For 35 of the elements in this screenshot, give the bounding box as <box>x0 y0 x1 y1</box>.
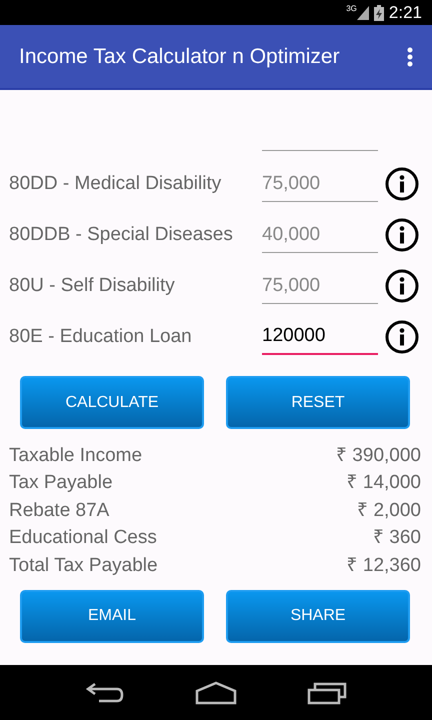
deduction-label: 80E - Education Loan <box>9 324 193 349</box>
result-label: Total Tax Payable <box>9 554 158 578</box>
action-button[interactable]: SHARE <box>226 590 410 642</box>
back-icon[interactable] <box>85 680 125 704</box>
app-title: Income Tax Calculator n Optimizer <box>19 44 341 70</box>
amount-field[interactable]: 75,000 <box>262 166 378 202</box>
info-icon[interactable] <box>385 269 419 303</box>
recent-apps-icon[interactable] <box>307 680 347 704</box>
action-button[interactable]: RESET <box>226 376 410 429</box>
deduction-label: 80DD - Medical Disability <box>9 172 222 196</box>
network-label: 3G <box>346 5 357 13</box>
result-value: ₹ 360 <box>373 526 421 550</box>
result-label: Taxable Income <box>9 444 142 468</box>
amount-field[interactable]: 40,000 <box>262 217 378 253</box>
result-label: Rebate 87A <box>9 498 110 522</box>
result-value: ₹ 12,360 <box>346 554 421 578</box>
info-icon[interactable] <box>385 167 419 201</box>
info-icon[interactable] <box>385 320 419 354</box>
home-icon[interactable] <box>195 680 237 704</box>
info-icon[interactable] <box>385 218 419 252</box>
result-label: Tax Payable <box>9 471 113 495</box>
clock-time: 2:21 <box>388 2 422 24</box>
amount-field[interactable]: 75,000 <box>262 268 378 304</box>
deduction-label: 80DDB - Special Diseases <box>9 222 234 247</box>
result-value: ₹ 14,000 <box>346 471 421 495</box>
signal-icon <box>356 6 369 20</box>
action-button[interactable]: CALCULATE <box>20 376 204 429</box>
overflow-menu-icon[interactable] <box>407 46 413 66</box>
action-button[interactable]: EMAIL <box>20 590 204 642</box>
deduction-label: 80U - Self Disability <box>9 274 176 298</box>
battery-icon <box>374 4 384 20</box>
result-value: ₹ 2,000 <box>357 498 421 522</box>
amount-field[interactable]: 120000 <box>262 319 378 355</box>
result-value: ₹ 390,000 <box>336 444 421 468</box>
result-label: Educational Cess <box>9 526 157 550</box>
